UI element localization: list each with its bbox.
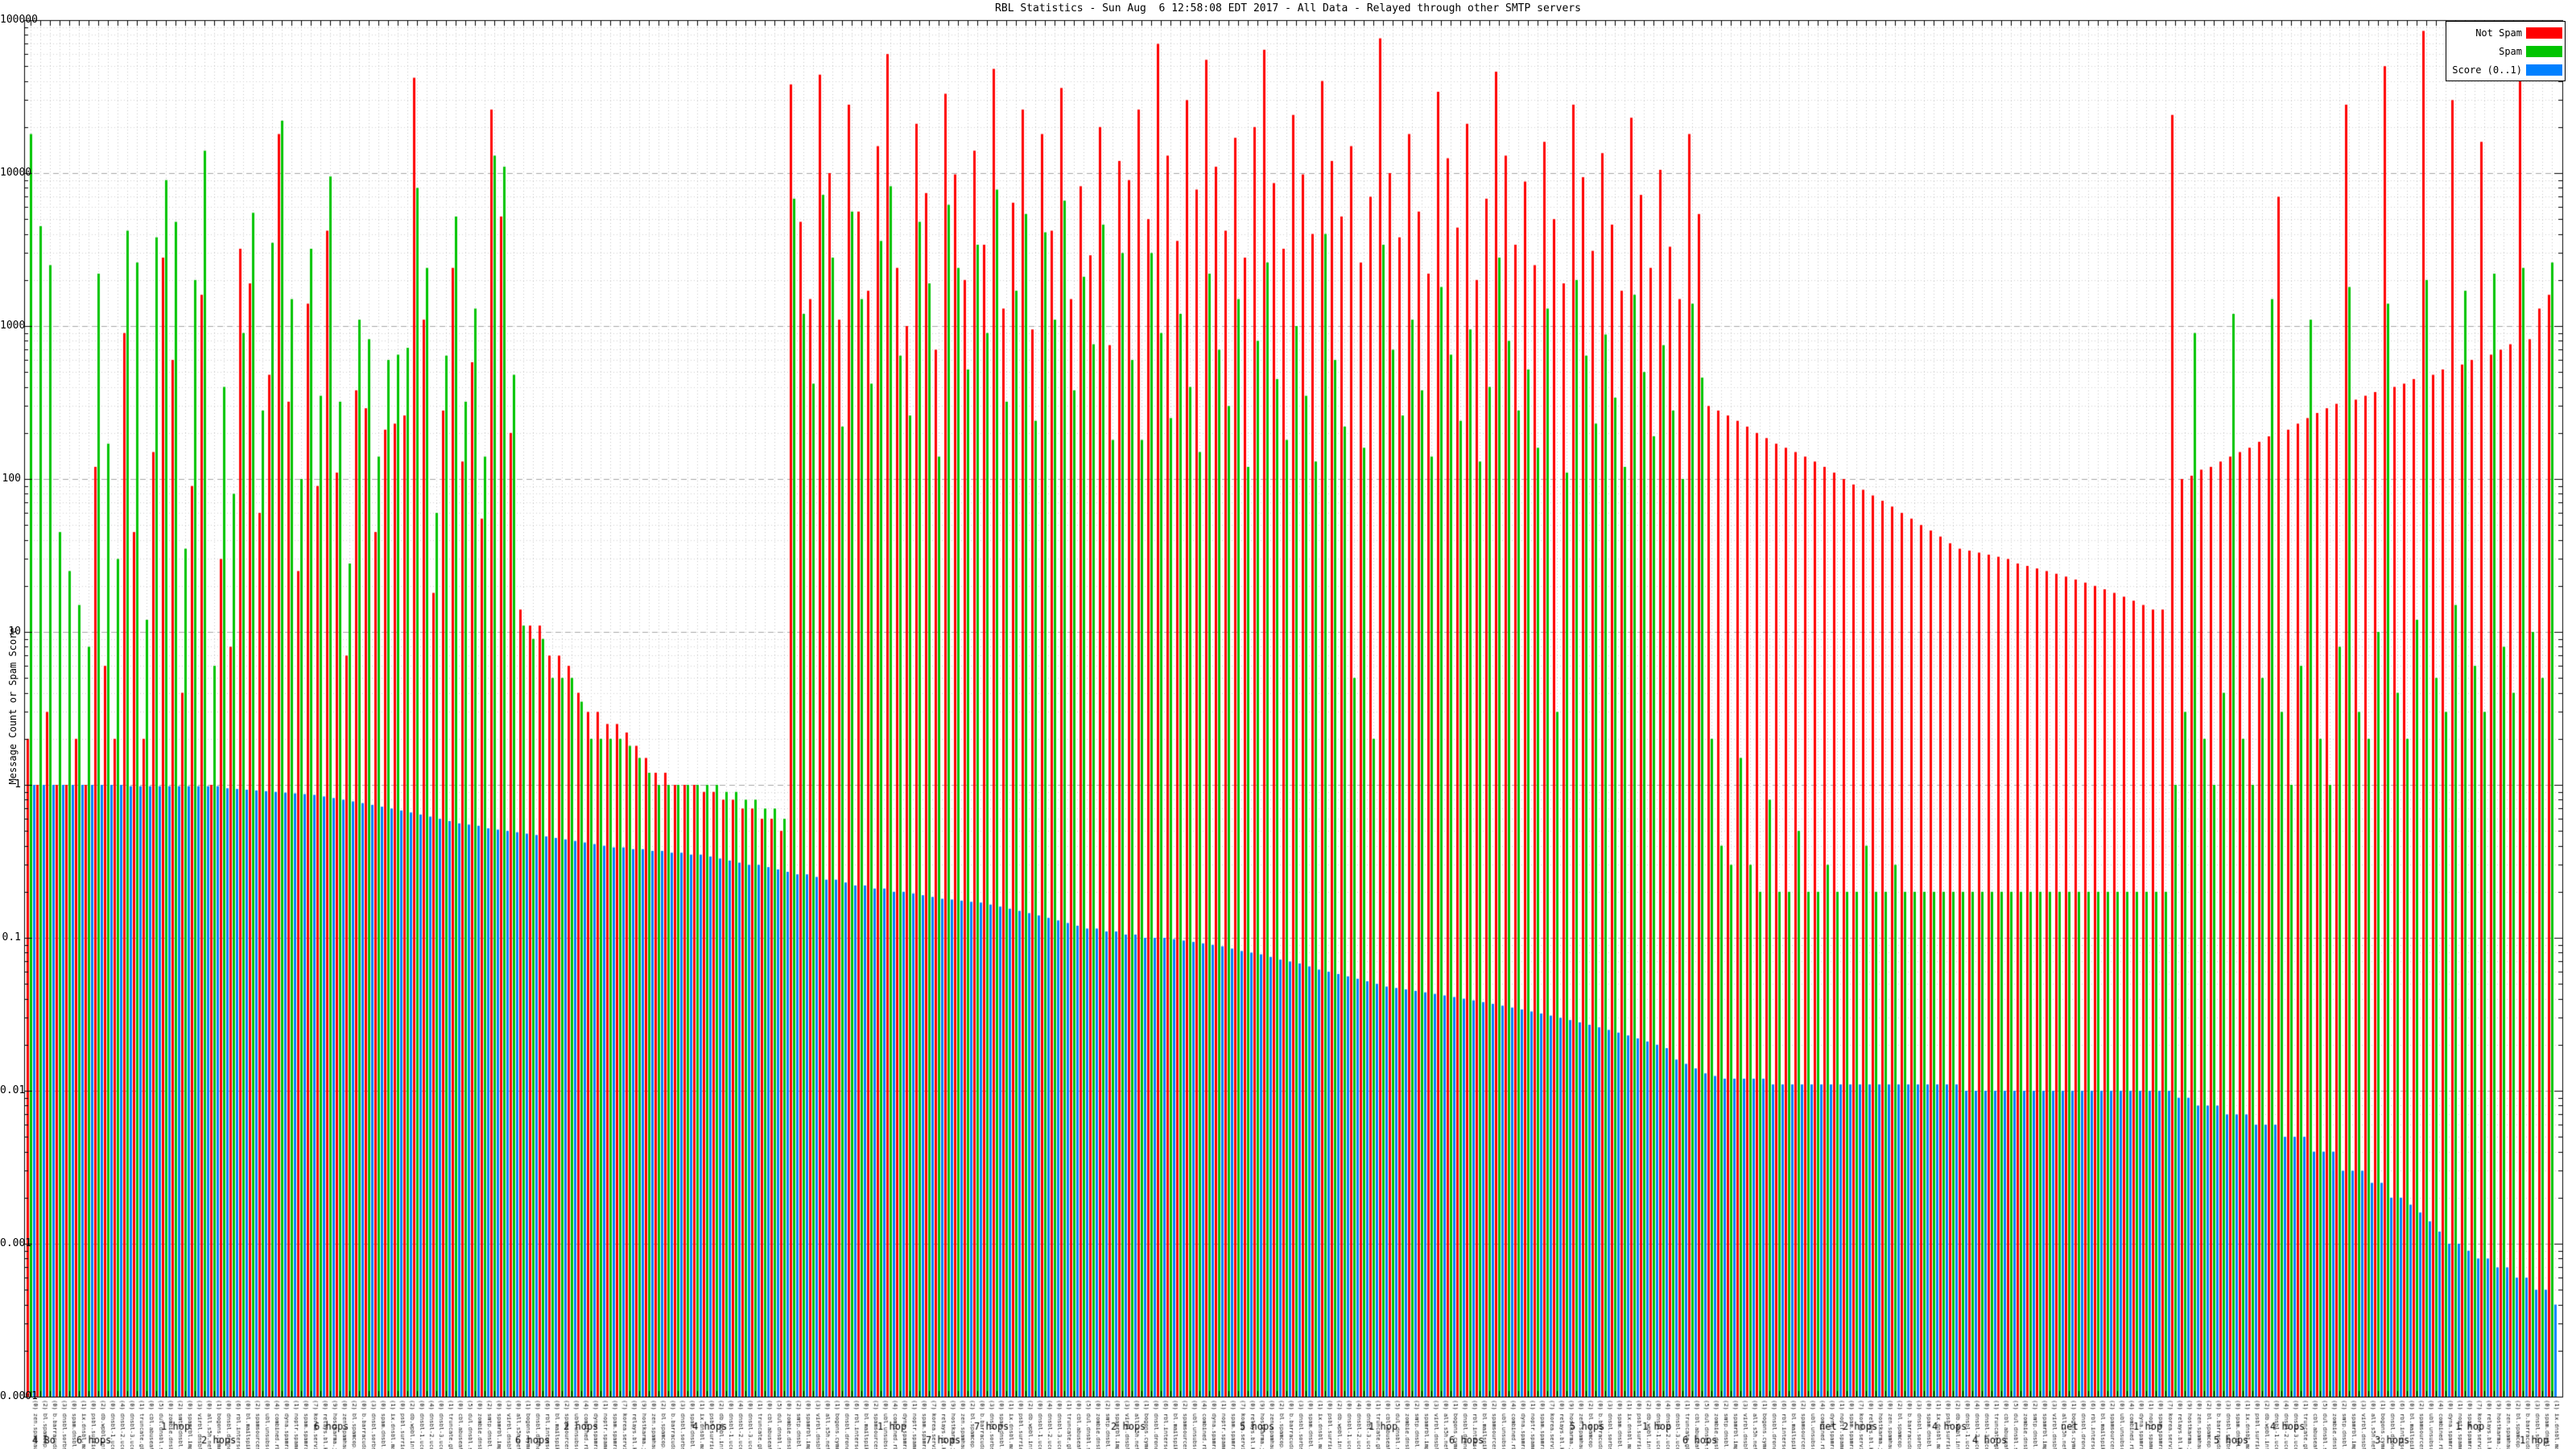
legend-swatch-not-spam bbox=[2526, 27, 2562, 39]
y-tick-label: 1000 bbox=[0, 320, 26, 332]
y-tick-label: 100 bbox=[2, 473, 21, 485]
y-tick-label: 0.0001 bbox=[0, 1390, 38, 1402]
rbl-statistics-chart: RBL Statistics - Sun Aug 6 12:58:08 EDT … bbox=[0, 0, 2576, 1449]
y-axis-label: Message Count or Spam Score bbox=[7, 627, 19, 785]
y-tick-label: 1 bbox=[14, 778, 21, 791]
legend-label-score: Score (0..1) bbox=[2452, 64, 2522, 76]
y-tick-label: 10 bbox=[8, 625, 21, 638]
legend-swatch-spam bbox=[2526, 45, 2562, 57]
legend-label-spam: Spam bbox=[2499, 45, 2522, 57]
y-tick-label: 0.001 bbox=[0, 1237, 32, 1249]
y-tick-label: 0.1 bbox=[2, 931, 21, 943]
chart-title: RBL Statistics - Sun Aug 6 12:58:08 EDT … bbox=[995, 2, 1581, 14]
y-tick-label: 0.01 bbox=[0, 1084, 26, 1096]
plot-canvas bbox=[0, 0, 2576, 1449]
legend-swatch-score bbox=[2526, 64, 2562, 76]
y-tick-label: 100000 bbox=[0, 14, 38, 26]
legend-item-spam: Spam bbox=[2446, 42, 2565, 60]
legend-item-score: Score (0..1) bbox=[2446, 60, 2565, 79]
legend-item-not-spam: Not Spam bbox=[2446, 23, 2565, 42]
y-tick-label: 10000 bbox=[0, 167, 32, 179]
legend: Not Spam Spam Score (0..1) bbox=[2446, 21, 2566, 81]
legend-label-not-spam: Not Spam bbox=[2475, 27, 2522, 39]
